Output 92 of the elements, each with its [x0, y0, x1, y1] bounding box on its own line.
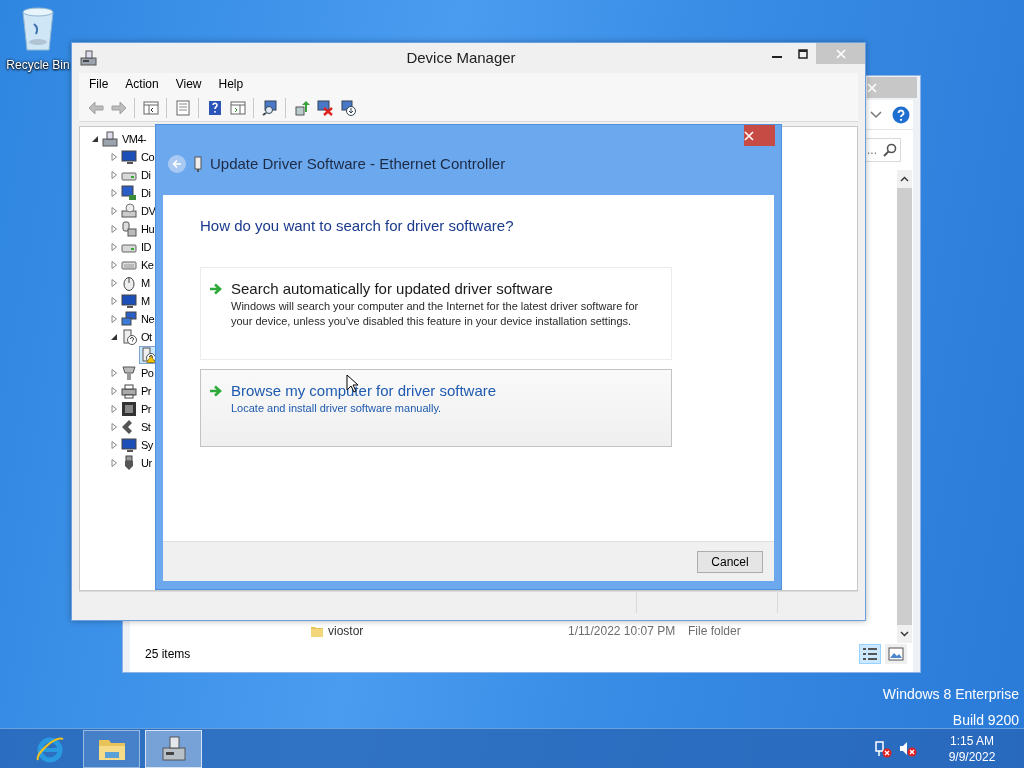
clock[interactable]: 1:15 AM 9/9/2022: [932, 732, 1012, 765]
close-button[interactable]: [744, 125, 775, 146]
menu-item[interactable]: Help: [208, 75, 251, 93]
processor-icon[interactable]: [121, 401, 137, 417]
tree-item[interactable]: Sy: [141, 436, 153, 454]
tree-item[interactable]: M: [141, 292, 150, 310]
arrow-icon: [209, 282, 223, 295]
cancel-button[interactable]: Cancel: [697, 550, 763, 573]
monitor-icon[interactable]: [121, 149, 137, 165]
tree-item[interactable]: ID: [141, 238, 151, 256]
recycle-bin-icon[interactable]: [19, 6, 57, 52]
collapsed-arrow-icon[interactable]: [110, 387, 118, 395]
close-icon[interactable]: [744, 130, 754, 141]
tree-item[interactable]: Co: [141, 148, 155, 166]
port-icon[interactable]: [121, 365, 137, 381]
menu-item[interactable]: View: [165, 75, 209, 93]
search-input[interactable]: ...: [867, 141, 881, 159]
file-name[interactable]: viostor: [328, 622, 364, 640]
tree-item[interactable]: Ke: [141, 256, 154, 274]
large-icons-view-button[interactable]: [885, 644, 907, 664]
window-title: Device Manager: [406, 47, 516, 68]
collapsed-arrow-icon[interactable]: [110, 441, 118, 449]
collapsed-arrow-icon[interactable]: [110, 171, 118, 179]
network-icon[interactable]: [121, 311, 137, 327]
search-icon: [883, 143, 897, 157]
computer-icon[interactable]: [102, 131, 118, 147]
ethernet-icon: [194, 156, 202, 172]
menu-item[interactable]: Action: [115, 75, 166, 93]
edition-text: Windows 8 Enterprise: [882, 685, 1019, 704]
monitor-icon[interactable]: [121, 437, 137, 453]
taskbar-button[interactable]: [145, 729, 202, 768]
mouse-icon[interactable]: [121, 275, 137, 291]
tree-item[interactable]: Pr: [141, 400, 151, 418]
maximize-icon[interactable]: [798, 48, 808, 59]
collapsed-arrow-icon[interactable]: [110, 369, 118, 377]
icon-label[interactable]: Recycle Bin: [6, 56, 70, 74]
help-icon[interactable]: [892, 105, 910, 124]
collapsed-arrow-icon[interactable]: [110, 297, 118, 305]
scrollbar[interactable]: [897, 170, 912, 643]
network-error-icon[interactable]: [874, 739, 892, 758]
collapsed-arrow-icon[interactable]: [110, 243, 118, 251]
edition-text: Build 9200: [952, 711, 1019, 730]
hid-icon[interactable]: [121, 221, 137, 237]
tree-item[interactable]: Ne: [141, 310, 155, 328]
collapsed-arrow-icon[interactable]: [110, 315, 118, 323]
expanded-arrow-icon[interactable]: [110, 333, 118, 341]
collapsed-arrow-icon[interactable]: [110, 423, 118, 431]
date-modified: 1/11/2022 10:07 PM: [568, 623, 676, 640]
file-type: File folder: [688, 623, 741, 640]
option-button[interactable]: Browse my computer for driver software Locate and install driver software manually.: [200, 368, 672, 447]
menu-item[interactable]: File: [79, 75, 116, 93]
close-icon[interactable]: [867, 82, 877, 93]
tree-item[interactable]: VM4-: [122, 130, 147, 148]
collapsed-arrow-icon[interactable]: [110, 189, 118, 197]
collapsed-arrow-icon[interactable]: [110, 225, 118, 233]
unknown-device-icon[interactable]: [121, 329, 137, 345]
tree-item[interactable]: Hu: [141, 220, 155, 238]
scroll-down-icon[interactable]: [900, 631, 909, 637]
dialog-heading: How do you want to search for driver software?: [200, 216, 515, 236]
tree-item[interactable]: Di: [141, 184, 151, 202]
status-text: 25 items: [145, 646, 191, 663]
tree-item[interactable]: DV: [141, 202, 156, 220]
expanded-arrow-icon[interactable]: [91, 135, 99, 143]
monitor-icon[interactable]: [121, 293, 137, 309]
collapsed-arrow-icon[interactable]: [110, 261, 118, 269]
tree-item[interactable]: Po: [141, 364, 154, 382]
warning-device-icon[interactable]: [140, 347, 156, 363]
tree-item[interactable]: St: [141, 418, 151, 436]
tree-item[interactable]: Ot: [141, 328, 152, 346]
tree-item[interactable]: M: [141, 274, 150, 292]
chevron-down-icon[interactable]: [870, 110, 882, 119]
arrow-icon: [209, 384, 223, 397]
scroll-up-icon[interactable]: [900, 176, 909, 182]
collapsed-arrow-icon[interactable]: [110, 153, 118, 161]
tree-item[interactable]: Ur: [141, 454, 152, 472]
display-adapter-icon[interactable]: [121, 185, 137, 201]
clock-date: 9/9/2022: [948, 748, 996, 765]
tree-item[interactable]: Di: [141, 166, 151, 184]
clock-time: 1:15 AM: [950, 732, 994, 749]
details-view-button[interactable]: [859, 644, 881, 664]
device-manager-icon: [80, 49, 98, 67]
collapsed-arrow-icon[interactable]: [110, 279, 118, 287]
option-button[interactable]: Search automatically for updated driver software Windows will search your computer and the Internet for the latest driver software for your device, unless you've disabled this feature in your device installation settings.: [200, 266, 672, 360]
printer-icon[interactable]: [121, 383, 137, 399]
folder-icon: [310, 624, 324, 638]
dvd-drive-icon[interactable]: [121, 203, 137, 219]
taskbar-button[interactable]: [83, 729, 140, 768]
dialog-title: Update Driver Software - Ethernet Controller: [210, 153, 506, 174]
collapsed-arrow-icon[interactable]: [110, 207, 118, 215]
collapsed-arrow-icon[interactable]: [110, 459, 118, 467]
collapsed-arrow-icon[interactable]: [110, 405, 118, 413]
tree-item[interactable]: Pr: [141, 382, 151, 400]
